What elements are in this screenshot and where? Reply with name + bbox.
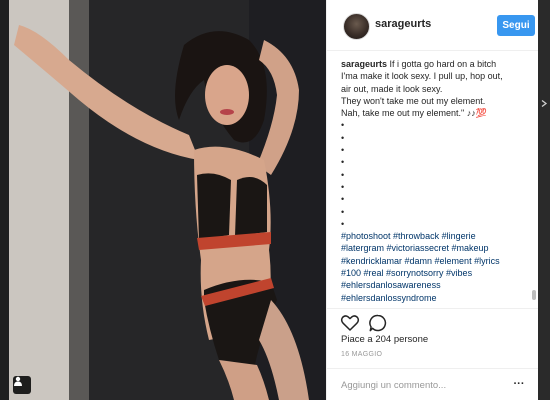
follow-button[interactable]: Segui <box>497 15 535 36</box>
hashtag-line[interactable]: #photoshoot #throwback #lingerie <box>341 230 531 242</box>
comment-input[interactable] <box>341 378 491 392</box>
comment-icon[interactable] <box>368 313 388 333</box>
hashtag-line[interactable]: #ehlersdanlosawareness <box>341 279 531 291</box>
username-link[interactable]: sarageurts <box>375 18 431 30</box>
caption-line: air out, made it look sexy. <box>341 83 443 94</box>
likes-count[interactable]: Piace a 204 persone <box>341 334 428 345</box>
avatar[interactable] <box>343 13 370 40</box>
caption-bullet: • <box>341 132 345 143</box>
hashtag-line[interactable]: #100 #real #sorrynotsorry #vibes <box>341 267 531 279</box>
post-photo[interactable] <box>9 0 326 400</box>
more-options-icon[interactable]: ··· <box>509 377 529 391</box>
tagged-users-button[interactable] <box>13 376 31 394</box>
post-modal: sarageurts Segui sarageurts If i gotta g… <box>9 0 538 400</box>
photo-illustration <box>9 0 326 400</box>
caption-area: sarageurts If i gotta go hard on a bitch… <box>341 58 531 306</box>
caption-line: They won't take me out my element. <box>341 95 486 106</box>
caption-line: Nah, take me out my element." ♪♪💯 <box>341 108 487 119</box>
caption-bullet: • <box>341 218 345 229</box>
caption-scrollbar[interactable] <box>532 290 536 300</box>
caption-bullet: • <box>341 194 345 205</box>
caption-bullet: • <box>341 169 345 180</box>
caption-bullet: • <box>341 120 345 131</box>
post-header: sarageurts Segui <box>327 0 538 51</box>
caption-bullet: • <box>341 145 345 156</box>
caption-bullet: • <box>341 206 345 217</box>
post-date: 16 MAGGIO <box>341 351 383 358</box>
hashtag-line[interactable]: #kendricklamar #damn #element #lyrics <box>341 255 531 267</box>
user-tag-icon <box>14 376 22 386</box>
caption-line: sarageurts If i gotta go hard on a bitch <box>341 58 531 70</box>
previous-post-area[interactable] <box>0 0 9 400</box>
chevron-right-icon[interactable] <box>541 100 548 107</box>
hashtag-line[interactable]: #latergram #victoriassecret #makeup <box>341 242 531 254</box>
post-sidebar: sarageurts Segui sarageurts If i gotta g… <box>326 0 538 400</box>
caption-text: If i gotta go hard on a bitch <box>387 59 497 69</box>
caption-line: I'ma make it look sexy. I pull up, hop o… <box>341 71 503 82</box>
caption-bullet: • <box>341 157 345 168</box>
heart-icon[interactable] <box>340 313 360 333</box>
add-comment-bar: ··· <box>327 368 538 400</box>
caption-username[interactable]: sarageurts <box>341 59 387 69</box>
next-post-area[interactable] <box>538 0 550 400</box>
caption-bullet: • <box>341 181 345 192</box>
hashtag-line[interactable]: #ehlersdanlossyndrome <box>341 292 531 304</box>
